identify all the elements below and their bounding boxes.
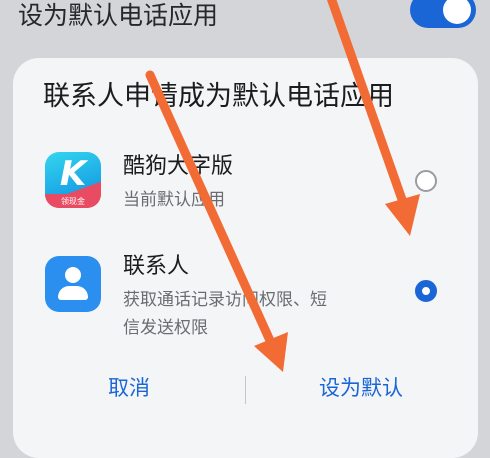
kugou-app-icon: K 领现金: [45, 152, 101, 208]
app-name-contacts: 联系人: [123, 254, 190, 279]
person-body-shape: [58, 286, 88, 300]
radio-contacts-selected[interactable]: [415, 280, 437, 302]
cancel-button[interactable]: 取消: [13, 372, 245, 402]
app-desc-contacts: 获取通话记录访问权限、短 信发送权限: [123, 286, 327, 342]
default-phone-app-toggle[interactable]: [410, 0, 476, 28]
kugou-badge-text: 领现金: [61, 197, 85, 206]
default-app-dialog: 联系人申请成为默认电话应用 K 领现金 酷狗大字版 当前默认应用 联系人 获取通…: [13, 58, 478, 458]
set-default-button[interactable]: 设为默认: [245, 372, 477, 402]
app-name-kugou: 酷狗大字版: [123, 154, 234, 179]
dialog-title: 联系人申请成为默认电话应用: [43, 81, 394, 112]
setting-label: 设为默认电话应用: [18, 1, 219, 30]
dialog-button-bar: 取消 设为默认: [13, 372, 478, 412]
kugou-logo-letter: K: [59, 154, 87, 194]
option-contacts[interactable]: 联系人 获取通话记录访问权限、短 信发送权限: [13, 244, 478, 354]
option-kugou[interactable]: K 领现金 酷狗大字版 当前默认应用: [13, 146, 478, 226]
toggle-knob: [443, 0, 471, 24]
app-desc-line-2: 信发送权限: [123, 318, 208, 338]
app-desc-kugou: 当前默认应用: [123, 190, 225, 210]
default-phone-app-setting-row[interactable]: 设为默认电话应用: [0, 0, 490, 40]
contacts-app-icon: [45, 256, 101, 312]
person-head-shape: [65, 267, 81, 283]
radio-kugou-unselected[interactable]: [415, 170, 437, 192]
app-desc-line-1: 获取通话记录访问权限、短: [123, 290, 327, 310]
